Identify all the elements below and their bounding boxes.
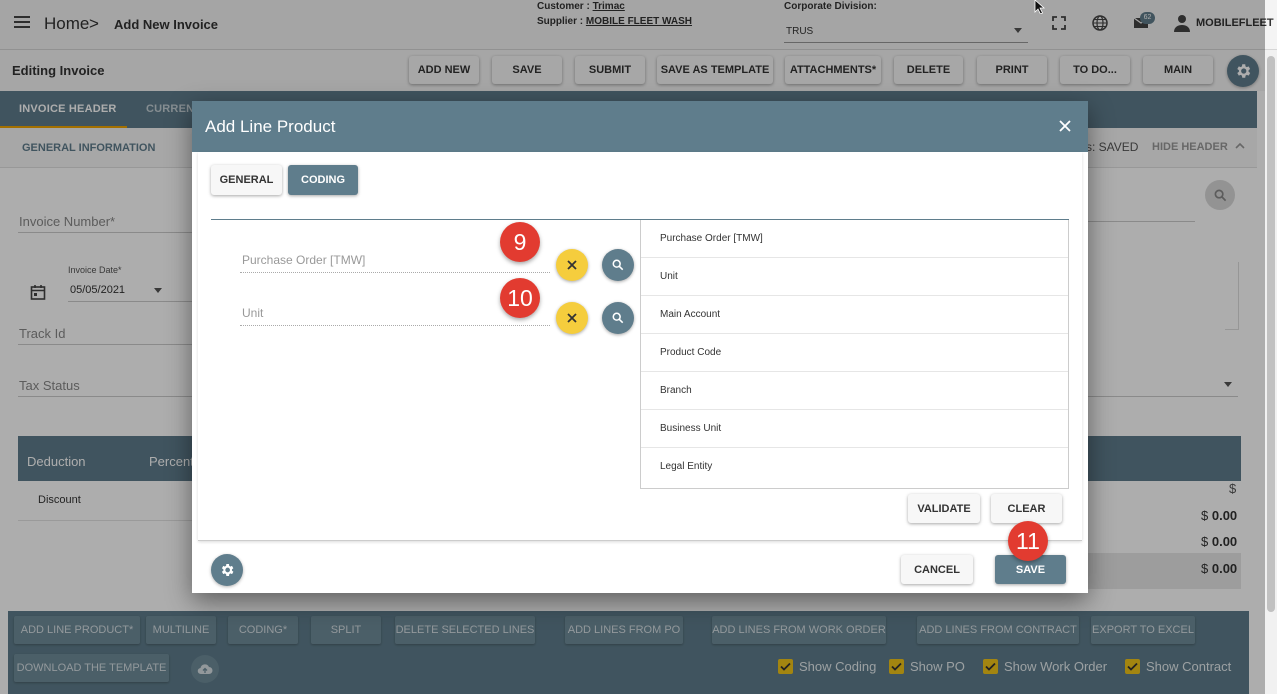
validate-button[interactable]: VALIDATE	[908, 494, 980, 523]
clear-purchase-order-button[interactable]	[556, 249, 588, 281]
clear-unit-button[interactable]	[556, 302, 588, 334]
close-icon	[567, 313, 577, 323]
add-line-product-dialog: Add Line Product GENERAL CODING Purchase…	[192, 101, 1088, 593]
step-marker-11: 11	[1008, 521, 1048, 561]
list-item[interactable]: Main Account	[641, 296, 1068, 334]
purchase-order-underline	[240, 272, 550, 273]
search-purchase-order-button[interactable]	[602, 249, 634, 281]
tab-general[interactable]: GENERAL	[211, 165, 282, 195]
purchase-order-input[interactable]: Purchase Order [TMW]	[242, 253, 365, 267]
coding-segment-list: Purchase Order [TMW] Unit Main Account P…	[640, 220, 1069, 489]
cancel-button[interactable]: CANCEL	[901, 555, 973, 584]
list-item[interactable]: Business Unit	[641, 410, 1068, 448]
page-scrollbar[interactable]	[1265, 50, 1277, 694]
list-item[interactable]: Unit	[641, 258, 1068, 296]
gear-icon	[221, 564, 234, 576]
scrollbar-thumb[interactable]	[1267, 56, 1275, 612]
close-button[interactable]	[1056, 117, 1074, 135]
tab-coding[interactable]: CODING	[288, 165, 358, 195]
dialog-settings-button[interactable]	[211, 554, 243, 586]
list-item[interactable]: Legal Entity	[641, 448, 1068, 486]
close-icon	[1059, 120, 1071, 132]
mouse-pointer-icon	[1034, 0, 1046, 14]
list-item[interactable]: Product Code	[641, 334, 1068, 372]
dialog-title: Add Line Product	[205, 117, 336, 136]
dialog-header: Add Line Product	[192, 101, 1088, 152]
step-marker-9: 9	[500, 222, 540, 262]
search-unit-button[interactable]	[602, 302, 634, 334]
unit-input[interactable]: Unit	[242, 306, 263, 320]
clear-button[interactable]: CLEAR	[991, 494, 1062, 523]
unit-underline	[240, 325, 550, 326]
list-item[interactable]: Branch	[641, 372, 1068, 410]
list-item[interactable]: Purchase Order [TMW]	[641, 220, 1068, 258]
search-icon	[612, 259, 624, 271]
search-icon	[612, 312, 624, 324]
dialog-body: GENERAL CODING Purchase Order [TMW] Unit…	[198, 152, 1082, 541]
step-marker-10: 10	[500, 278, 540, 318]
close-icon	[567, 260, 577, 270]
